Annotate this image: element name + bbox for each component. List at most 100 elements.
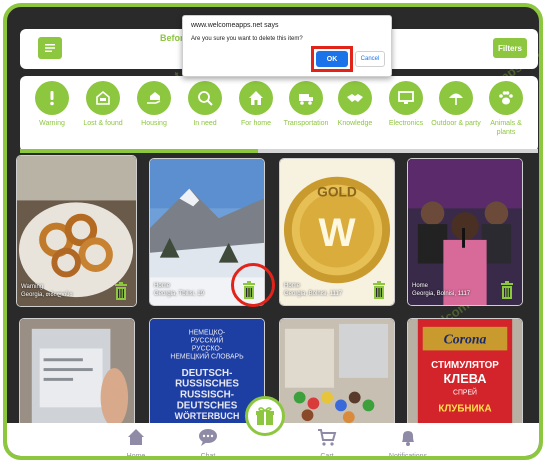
nav-label: Home	[126, 453, 146, 460]
medal-letter: W	[318, 211, 356, 255]
category-animals-plants[interactable]: Animals & plants	[481, 81, 531, 137]
listing-card[interactable]: Corona СТИМУЛЯТОР КЛЕВА СПРЕЙ КЛУБНИКА	[407, 318, 523, 428]
category-label: Housing	[141, 120, 167, 127]
can-line: СПРЕЙ	[453, 388, 477, 397]
home-icon	[249, 91, 263, 105]
category-label: Transportation	[283, 120, 329, 127]
category-in-need[interactable]: In need	[180, 81, 230, 128]
gift-button[interactable]	[245, 396, 285, 436]
category-lost-found[interactable]: Lost & found	[78, 81, 128, 128]
nav-notifications[interactable]: Notifications	[373, 427, 443, 460]
category-label: For home	[241, 120, 271, 127]
nav-chat[interactable]: Chat	[173, 427, 243, 460]
ok-button[interactable]: OK	[316, 51, 348, 67]
listing-card[interactable]: Home Georgia, Bolnisi, 1117	[407, 158, 523, 306]
book-line: РУССКО-	[192, 345, 222, 352]
listing-card[interactable]	[279, 318, 395, 428]
cancel-button[interactable]: Cancel	[355, 51, 385, 67]
cart-icon	[318, 429, 337, 446]
delete-button[interactable]	[372, 281, 386, 299]
book-line: DEUTSCHES	[177, 400, 238, 411]
book-line: RUSSISCHES	[175, 379, 239, 390]
card-category: Home	[154, 283, 171, 289]
can-line: КЛЕВА	[443, 371, 486, 386]
card-location: Georgia, Tbilisi, 19	[154, 291, 204, 297]
card-category: Home	[412, 283, 429, 289]
delete-button[interactable]	[114, 282, 128, 300]
truck-icon	[299, 94, 313, 105]
candy-bags-photo	[280, 319, 394, 427]
card-category: Home	[284, 283, 301, 289]
listing-card[interactable]: Warning Georgia, თბილისი	[16, 155, 137, 307]
dialog-message: Are you sure you want to delete this ite…	[191, 36, 303, 42]
bell-icon	[402, 431, 414, 446]
category-label: In need	[193, 120, 217, 127]
menu-icon	[45, 44, 55, 52]
category-scroll-indicator	[20, 149, 538, 153]
category-outdoor-party[interactable]: Outdoor & party	[431, 81, 481, 128]
nav-cart[interactable]: Cart	[292, 427, 362, 460]
card-category: Warning	[21, 284, 44, 290]
category-for-home[interactable]: For home	[231, 81, 281, 128]
book-line: WÖRTERBUCH	[175, 411, 240, 421]
search-person-icon	[198, 91, 213, 106]
category-warning[interactable]: Warning	[27, 81, 77, 128]
app-frame: WelcomeApps.net WelcomeApps.net WelcomeA…	[3, 3, 543, 460]
listing-card[interactable]	[19, 318, 135, 428]
book-line: RUSSISCH-	[180, 390, 234, 401]
medal-text: GOLD	[317, 184, 357, 199]
category-label: Knowledge	[337, 120, 373, 127]
card-location: Georgia, Bolnisi, 1117	[284, 291, 343, 297]
category-label: Electronics	[388, 120, 424, 127]
nav-label: Notifications	[388, 453, 428, 460]
nav-home[interactable]: Home	[101, 427, 171, 460]
help-icon	[96, 90, 110, 105]
chat-icon	[199, 429, 217, 446]
card-caption: Home Georgia, Tbilisi, 19	[154, 282, 204, 298]
can-line: СТИМУЛЯТОР	[431, 360, 499, 371]
book-line: НЕМЕЦКИЙ СЛОВАРЬ	[170, 351, 244, 360]
house-hand-icon	[147, 92, 161, 104]
card-caption: Warning Georgia, თბილისი	[21, 283, 72, 299]
menu-button[interactable]	[38, 37, 62, 59]
dialog-title: www.welcomeapps.net says	[191, 22, 279, 29]
corona-can-photo: Corona СТИМУЛЯТОР КЛЕВА СПРЕЙ КЛУБНИКА	[408, 319, 522, 427]
trash-icon	[115, 282, 127, 300]
book-line: РУССКИЙ	[191, 336, 224, 345]
category-label: Warning	[39, 120, 65, 127]
gift-icon	[256, 407, 274, 425]
card-caption: Home Georgia, Bolnisi, 1117	[412, 282, 470, 298]
category-electronics[interactable]: Electronics	[381, 81, 431, 128]
can-line: Corona	[444, 332, 487, 347]
category-knowledge[interactable]: Knowledge	[330, 81, 380, 128]
nav-label: Cart	[320, 453, 334, 460]
delete-button[interactable]	[500, 281, 514, 299]
category-label: Animals & plants	[490, 120, 522, 136]
scroll-progress-fill	[20, 149, 259, 153]
trash-icon	[501, 281, 513, 299]
category-label: Outdoor & party	[431, 120, 481, 127]
card-caption: Home Georgia, Bolnisi, 1117	[284, 282, 342, 298]
home-icon	[128, 429, 144, 445]
filters-button[interactable]: Filters	[493, 38, 527, 58]
category-bar: Warning Lost & found Housing In need For…	[20, 76, 538, 152]
hard-drive-photo	[20, 319, 134, 427]
confirm-dialog: www.welcomeapps.net says Are you sure yo…	[182, 15, 392, 77]
listing-card[interactable]: GOLD W Home Georgia, Bolnisi, 1117	[279, 158, 395, 306]
umbrella-icon	[449, 93, 463, 105]
paw-icon	[499, 91, 513, 105]
card-location: Georgia, Bolnisi, 1117	[412, 291, 471, 297]
handshake-icon	[347, 94, 363, 102]
exclamation-icon	[50, 91, 54, 106]
category-transportation[interactable]: Transportation	[281, 81, 331, 128]
book-line: DEUTSCH-	[182, 368, 233, 379]
card-location: Georgia, თბილისი	[21, 292, 73, 298]
book-line: НЕМЕЦКО-	[189, 330, 225, 337]
can-line: КЛУБНИКА	[438, 403, 491, 414]
delete-highlight-circle	[231, 263, 275, 307]
monitor-icon	[398, 91, 414, 104]
trash-icon	[373, 281, 385, 299]
nav-label: Chat	[200, 453, 216, 460]
category-housing[interactable]: Housing	[129, 81, 179, 128]
category-label: Lost & found	[83, 120, 123, 127]
